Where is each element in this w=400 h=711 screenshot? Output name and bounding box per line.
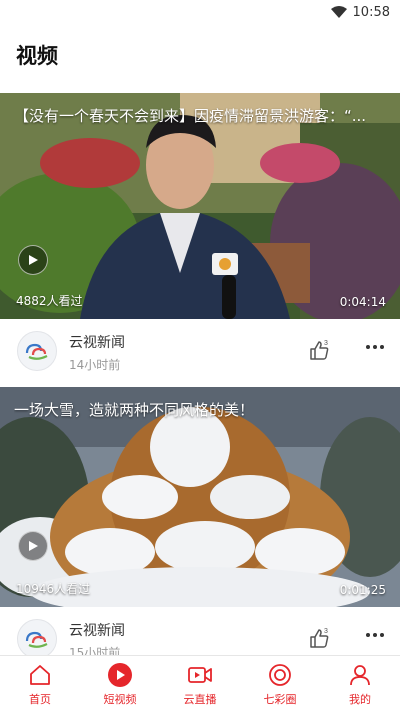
- bottom-tab-bar: 首页 短视频 云直播 七彩圈 我的: [0, 655, 400, 711]
- status-bar: 10:58: [0, 0, 400, 24]
- tab-label: 云直播: [183, 693, 217, 706]
- video-card[interactable]: 一场大雪，造就两种不同风格的美！ 10946人看过 0:01:25 云视新闻 1…: [0, 387, 400, 675]
- tab-circle[interactable]: 七彩圈: [240, 656, 320, 711]
- home-icon: [30, 665, 50, 685]
- video-title: 一场大雪，造就两种不同风格的美！: [14, 401, 255, 419]
- play-button[interactable]: [18, 245, 48, 275]
- tab-label: 七彩圈: [263, 693, 297, 706]
- view-count: 4882人看过: [16, 294, 83, 308]
- tab-live[interactable]: 云直播: [160, 656, 240, 711]
- view-count: 10946人看过: [16, 582, 91, 596]
- video-duration: 0:04:14: [339, 295, 386, 309]
- tab-profile[interactable]: 我的: [320, 656, 400, 711]
- more-dot: [373, 345, 377, 349]
- video-meta: 云视新闻 14小时前 3: [0, 319, 400, 387]
- more-dot: [366, 345, 370, 349]
- more-dot: [380, 633, 384, 637]
- video-thumbnail[interactable]: 一场大雪，造就两种不同风格的美！ 10946人看过 0:01:25: [0, 387, 400, 607]
- tab-label: 短视频: [103, 693, 137, 706]
- video-title: 【没有一个春天不会到来】因疫情滞留景洪游客：“...: [14, 107, 367, 125]
- play-icon: [29, 541, 38, 551]
- status-time: 10:58: [352, 4, 390, 20]
- more-dot: [366, 633, 370, 637]
- play-circle-icon: [108, 663, 132, 687]
- channel-logo-icon: [25, 631, 48, 648]
- more-options-button[interactable]: [366, 345, 384, 349]
- like-count: 3: [324, 628, 328, 635]
- thumbs-up-icon: 3: [310, 340, 329, 360]
- video-duration: 0:01:25: [339, 583, 386, 597]
- thumbs-up-icon: 3: [310, 628, 329, 648]
- play-icon: [29, 255, 38, 265]
- video-camera-icon: [188, 667, 212, 683]
- tab-short-video[interactable]: 短视频: [80, 656, 160, 711]
- more-options-button[interactable]: [366, 633, 384, 637]
- video-feed: 【没有一个春天不会到来】因疫情滞留景洪游客：“... 4882人看过 0:04:…: [0, 93, 400, 675]
- source-name[interactable]: 云视新闻: [69, 620, 125, 640]
- avatar[interactable]: [17, 619, 57, 659]
- video-thumbnail[interactable]: 【没有一个春天不会到来】因疫情滞留景洪游客：“... 4882人看过 0:04:…: [0, 93, 400, 319]
- tab-home[interactable]: 首页: [0, 656, 80, 711]
- page-title: 视频: [16, 44, 58, 68]
- like-count: 3: [324, 340, 328, 347]
- play-button[interactable]: [18, 531, 48, 561]
- tab-label: 首页: [29, 693, 51, 706]
- publish-time: 14小时前: [69, 358, 121, 372]
- source-name[interactable]: 云视新闻: [69, 332, 125, 352]
- video-card[interactable]: 【没有一个春天不会到来】因疫情滞留景洪游客：“... 4882人看过 0:04:…: [0, 93, 400, 387]
- user-icon: [350, 665, 370, 686]
- channel-logo-icon: [25, 343, 48, 360]
- wifi-icon: [330, 6, 347, 18]
- more-dot: [380, 345, 384, 349]
- target-icon: [269, 664, 291, 686]
- like-button[interactable]: 3: [308, 627, 330, 653]
- more-dot: [373, 633, 377, 637]
- like-button[interactable]: 3: [308, 339, 330, 365]
- video-thumbnail-image: [0, 93, 400, 319]
- avatar[interactable]: [17, 331, 57, 371]
- video-thumbnail-image: [0, 387, 400, 607]
- tab-label: 我的: [349, 693, 371, 706]
